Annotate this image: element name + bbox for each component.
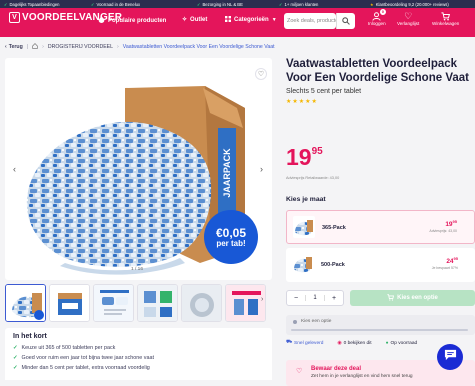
user-icon: 0 bbox=[372, 9, 386, 21]
size-option-500[interactable]: 500-Pack 2495 Je bespaart 57% bbox=[286, 248, 475, 282]
nav-outlet[interactable]: ✧ Outlet bbox=[182, 16, 207, 24]
check-icon: ✓ bbox=[4, 1, 8, 7]
option-image bbox=[292, 253, 314, 275]
summary-title: In het kort bbox=[13, 333, 47, 340]
product-price: 1995 bbox=[286, 144, 323, 170]
back-button[interactable]: ‹ Terug bbox=[5, 44, 23, 50]
eye-icon: ◉ bbox=[337, 340, 342, 346]
option-price: 2495 bbox=[446, 256, 458, 266]
qty-minus-button[interactable]: − bbox=[287, 295, 305, 302]
box-text: JAARPACK bbox=[222, 148, 232, 198]
breadcrumb: ‹ Terug | › DROGISTERIJ VOORDEEL › Vaatwa… bbox=[0, 38, 475, 56]
thumbnail-image bbox=[50, 285, 89, 321]
size-title: Kies je maat bbox=[286, 196, 326, 203]
nav-categories[interactable]: Categorieën ▼ bbox=[225, 16, 277, 24]
chevron-left-icon: ‹ bbox=[5, 44, 7, 50]
truck-icon: ⛟ bbox=[286, 340, 293, 345]
quantity-stepper: − 1 + bbox=[286, 290, 344, 306]
chevron-right-icon[interactable]: › bbox=[261, 296, 263, 303]
usp-item: ✓ 1+ miljoen klanten bbox=[279, 1, 319, 7]
usp-item: ✓ Voorraad in de Benelux bbox=[91, 1, 141, 7]
summary-item: ✓ Minder dan 5 cent per tablet, extra voo… bbox=[13, 365, 150, 371]
cart-button[interactable]: Winkelwagen bbox=[432, 11, 459, 26]
check-icon: ✓ bbox=[279, 1, 283, 7]
thumbnail-strip: › bbox=[5, 284, 272, 322]
summary-item: ✓ Keuze uit 365 of 500 tabletten per pack bbox=[13, 345, 116, 351]
check-icon: ✓ bbox=[13, 365, 18, 371]
check-icon: ✓ bbox=[91, 1, 95, 7]
usp-item: ✓ Dagelijks Topaanbiedingen bbox=[4, 1, 60, 7]
chat-icon bbox=[444, 348, 457, 366]
check-icon: ✓ bbox=[13, 355, 18, 361]
size-option-365[interactable]: 365-Pack 1995 Adviesprijs: 43,00 bbox=[286, 210, 475, 244]
login-badge: 0 bbox=[379, 9, 386, 15]
option-image bbox=[293, 216, 315, 238]
thumbnail[interactable] bbox=[93, 284, 134, 322]
thumbnail[interactable] bbox=[49, 284, 90, 322]
usp-bar: ✓ Dagelijks Topaanbiedingen ✓ Voorraad in … bbox=[0, 0, 475, 8]
status-dot-icon bbox=[293, 320, 297, 324]
summary-panel: In het kort ✓ Keuze uit 365 of 500 tablet… bbox=[5, 328, 272, 380]
divider: | bbox=[26, 44, 29, 50]
box-label: JAARPACK bbox=[218, 128, 236, 218]
product-title: Vaatwastabletten Voordeelpack Voor Een V… bbox=[286, 58, 469, 84]
delivery-tag: ⛟ Snel geleverd bbox=[286, 340, 324, 346]
search-button[interactable] bbox=[336, 13, 355, 29]
separator-icon: › bbox=[42, 44, 44, 50]
breadcrumb-category[interactable]: DROGISTERIJ VOORDEEL bbox=[48, 44, 113, 50]
advies-price: Adviesprijs Retailwaarde: 43,00 bbox=[286, 176, 340, 180]
thumbnail-image bbox=[226, 285, 265, 321]
rating-stars-icon[interactable]: ★★★★★ bbox=[286, 98, 475, 105]
qty-input[interactable]: 1 bbox=[305, 295, 325, 301]
cart-icon bbox=[441, 11, 451, 21]
chevron-down-icon: ▼ bbox=[271, 17, 277, 23]
thumbnail[interactable] bbox=[181, 284, 222, 322]
heart-icon: ♡ bbox=[296, 368, 303, 375]
product-gallery: ‹ › ♡ JAARPACK €0,05 per tab! 1 / 16 bbox=[5, 58, 272, 280]
check-icon: ✓ bbox=[197, 1, 201, 7]
home-icon[interactable] bbox=[32, 43, 38, 51]
heart-icon: ♡ bbox=[404, 10, 413, 21]
check-icon: ✓ bbox=[13, 345, 18, 351]
check-circle-icon: ● bbox=[385, 340, 389, 346]
promo-badge: €0,05 per tab! bbox=[204, 210, 258, 264]
grid-icon bbox=[225, 16, 231, 24]
stock-tag: ● Op voorraad bbox=[385, 340, 418, 346]
search-input[interactable]: Zoek deals, producten... bbox=[284, 13, 336, 29]
qty-plus-button[interactable]: + bbox=[325, 295, 343, 302]
product-info: Vaatwastabletten Voordeelpack Voor Een V… bbox=[286, 58, 475, 386]
fire-icon bbox=[98, 16, 105, 25]
summary-item: ✓ Goed voor ruim een jaar tot bijna twee … bbox=[13, 355, 154, 361]
add-to-cart-button[interactable]: Kies een optie bbox=[350, 290, 475, 306]
tag-icon: ✧ bbox=[182, 17, 188, 23]
image-counter: 1 / 16 bbox=[131, 267, 144, 272]
thumbnail-image bbox=[182, 285, 221, 321]
site-header: V VOORDEELVANGER Populaire producten ✧ O… bbox=[0, 8, 475, 37]
star-icon: ★ bbox=[370, 1, 374, 7]
search-icon bbox=[342, 12, 350, 30]
chat-button[interactable] bbox=[437, 344, 463, 370]
option-advies: Je bespaart 57% bbox=[431, 266, 458, 270]
logo-mark-icon: V bbox=[9, 12, 20, 23]
viewers-tag: ◉ 0 bekijken dit bbox=[337, 340, 372, 346]
option-hint: Kies een optie bbox=[286, 315, 475, 335]
breadcrumb-current: Vaatwastabletten Voordeelpack Voor Een V… bbox=[122, 44, 275, 50]
login-button[interactable]: 0 Inloggen bbox=[368, 9, 386, 26]
thumbnail-image bbox=[6, 285, 45, 321]
separator-icon: › bbox=[117, 44, 119, 50]
thumbnail-image bbox=[138, 285, 177, 321]
usp-item: ★ Klantbeoordeling 9,2 (20.000+ reviews) bbox=[370, 1, 449, 7]
usp-item: ✓ Bezorging in NL & BE bbox=[197, 1, 243, 7]
thumbnail-image bbox=[94, 285, 133, 321]
nav-popular-products[interactable]: Populaire producten bbox=[98, 16, 166, 25]
option-advies: Adviesprijs: 43,00 bbox=[429, 229, 457, 233]
thumbnail[interactable] bbox=[5, 284, 46, 322]
thumbnail[interactable] bbox=[137, 284, 178, 322]
cart-icon bbox=[387, 293, 395, 303]
progress-bar bbox=[291, 329, 468, 331]
product-subtitle: Slechts 5 cent per tablet bbox=[286, 88, 362, 95]
option-price: 1995 bbox=[445, 219, 457, 229]
wishlist-button[interactable]: ♡ Verlanglijst bbox=[397, 11, 419, 26]
thumbnail[interactable] bbox=[225, 284, 266, 322]
